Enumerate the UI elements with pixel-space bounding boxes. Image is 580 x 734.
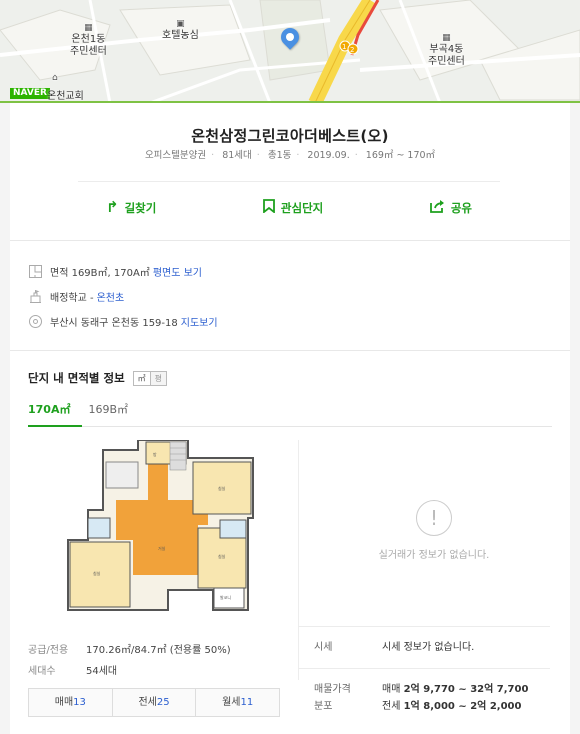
unit-pyeong-button[interactable]: 평 <box>150 371 167 385</box>
info-address-row: 부산시 동래구 온천동 159-18 지도보기 <box>28 309 570 334</box>
map-label-onchon1dong: ▦ 온천1동 주민센터 <box>70 23 107 57</box>
hotel-icon: ▣ <box>176 19 185 29</box>
location-icon <box>28 314 42 329</box>
area-specs: 공급/전용 170.26㎡/84.7㎡ (전용률 50%) 세대수 54세대 <box>28 638 288 680</box>
floorplan-link[interactable]: 평면도 보기 <box>153 264 202 279</box>
title-block: 온천삼정그린코아더베스트(오) 오피스텔분양권 · 81세대 · 총1동 · 2019… <box>10 103 570 241</box>
svg-text:거실: 거실 <box>158 545 166 551</box>
complex-card: 온천삼정그린코아더베스트(오) 오피스텔분양권 · 81세대 · 총1동 · 2019… <box>10 103 570 734</box>
page: 1 2 ▦ 온천1동 주민센터 ▣ 호텔농심 ▦ 부곡4동 주민센터 ⌂ NAV… <box>0 0 580 734</box>
area-detail: 방 침실 침실 침실 거실 발코니 ! 실거래가 정보가 없습니다. 공급/전용… <box>28 440 550 734</box>
map-label-hotel: ▣ 호텔농심 <box>162 19 199 41</box>
market-price-row: 시세 시세 정보가 없습니다. <box>314 642 475 653</box>
floorplan-image[interactable]: 방 침실 침실 침실 거실 발코니 <box>48 440 268 615</box>
deal-tab-sale[interactable]: 매매13 <box>29 689 113 716</box>
exclamation-icon: ! <box>416 500 452 536</box>
map-link[interactable]: 지도보기 <box>181 314 218 329</box>
complex-subtitle: 오피스텔분양권 · 81세대 · 총1동 · 2019.09. · 169㎡ ~ 170… <box>144 150 436 161</box>
divider <box>78 181 500 182</box>
price-box: 시세 시세 정보가 없습니다. 매물가격 분포 매매 2억 9,770 ~ 32… <box>298 626 550 715</box>
unit-toggle[interactable]: ㎡ 평 <box>132 370 168 386</box>
area-section-title: 단지 내 면적별 정보 <box>28 371 125 385</box>
share-button[interactable]: 공유 <box>402 199 500 216</box>
info-school-row: 배정학교 - 온천초 <box>28 284 570 309</box>
spec-households-row: 세대수 54세대 <box>28 666 118 677</box>
tab-170a[interactable]: 170A㎡ <box>28 401 83 427</box>
no-trade-info: ! 실거래가 정보가 없습니다. <box>318 500 550 561</box>
svg-text:1: 1 <box>342 43 346 51</box>
no-trade-message: 실거래가 정보가 없습니다. <box>378 550 490 561</box>
directions-button[interactable]: ↱ 길찾기 <box>78 199 184 216</box>
turn-arrow-icon: ↱ <box>106 198 119 216</box>
floorplan-icon <box>28 264 42 279</box>
svg-text:방: 방 <box>153 451 157 457</box>
area-tabs: 170A㎡ 169B㎡ <box>28 401 552 427</box>
building-icon: ▦ <box>84 23 93 33</box>
tab-169b[interactable]: 169B㎡ <box>88 401 140 427</box>
naver-logo: NAVER <box>10 88 50 99</box>
svg-text:침실: 침실 <box>218 485 226 491</box>
share-icon <box>429 199 445 216</box>
deal-tab-jeonse[interactable]: 전세25 <box>113 689 197 716</box>
school-link[interactable]: 온천초 <box>97 289 125 304</box>
map-label-church: 온천교회 <box>47 91 84 102</box>
svg-text:2: 2 <box>350 46 354 54</box>
map-view[interactable]: 1 2 ▦ 온천1동 주민센터 ▣ 호텔농심 ▦ 부곡4동 주민센터 ⌂ NAV… <box>0 0 580 103</box>
unit-sqm-button[interactable]: ㎡ <box>133 371 151 385</box>
action-bar: ↱ 길찾기 관심단지 공유 <box>78 199 500 216</box>
spec-supply-row: 공급/전용 170.26㎡/84.7㎡ (전용률 50%) <box>28 645 231 656</box>
price-distribution-row: 매물가격 분포 매매 2억 9,770 ~ 32억 7,700 전세 1억 8,… <box>314 684 529 712</box>
svg-text:침실: 침실 <box>93 570 101 576</box>
map-label-bugok4dong: ▦ 부곡4동 주민센터 <box>428 33 465 67</box>
complex-title: 온천삼정그린코아더베스트(오) <box>191 127 389 145</box>
favorite-button[interactable]: 관심단지 <box>235 199 351 216</box>
area-header: 단지 내 면적별 정보 ㎡ 평 <box>28 369 552 387</box>
school-icon <box>28 289 42 304</box>
svg-text:발코니: 발코니 <box>220 594 231 600</box>
info-area-row: 면적 169B㎡, 170A㎡ 평면도 보기 <box>28 259 570 284</box>
svg-text:침실: 침실 <box>218 553 226 559</box>
bookmark-icon <box>263 199 275 216</box>
church-icon: ⌂ <box>52 73 58 83</box>
deal-type-tabs: 매매13 전세25 월세11 <box>28 688 280 717</box>
building-icon: ▦ <box>442 33 451 43</box>
deal-tab-monthly[interactable]: 월세11 <box>196 689 279 716</box>
info-block: 면적 169B㎡, 170A㎡ 평면도 보기 배정학교 - 온천초 부산시 동래… <box>10 241 570 351</box>
